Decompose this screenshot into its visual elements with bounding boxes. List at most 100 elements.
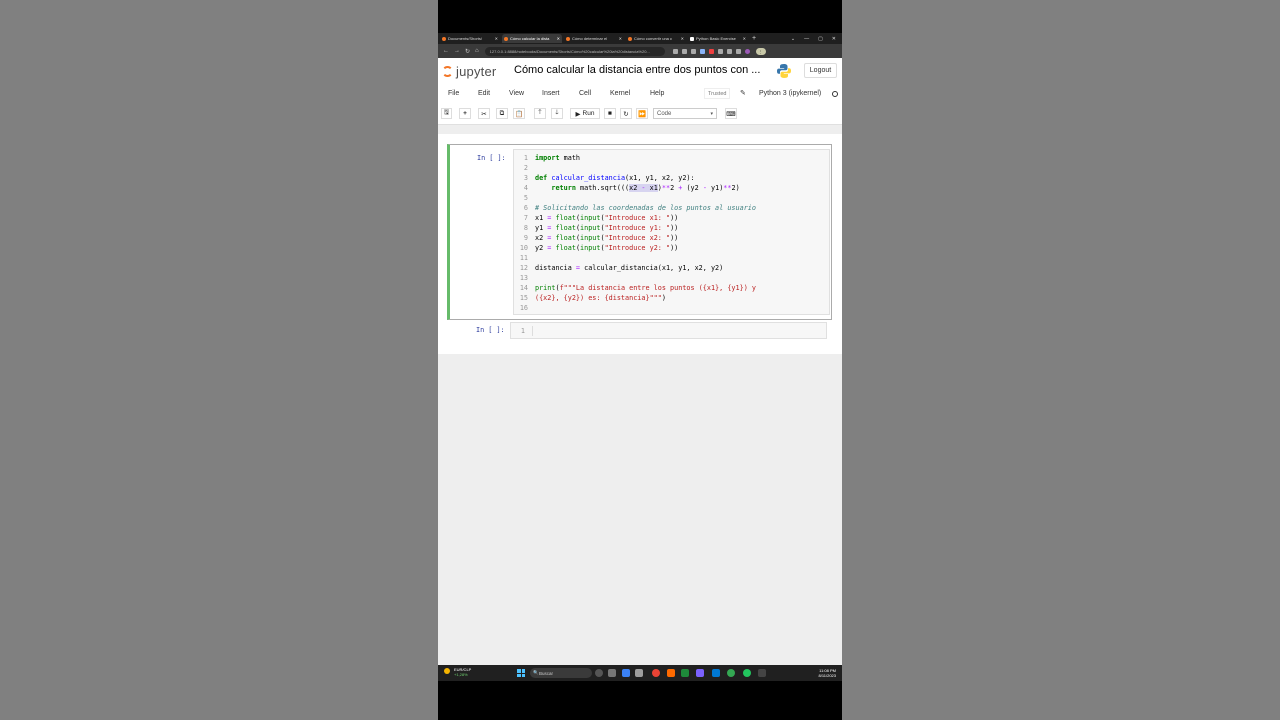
menu-cell[interactable]: Cell [579,90,591,97]
code-cell-selected[interactable]: In [ ]: 1 2 3 4 5 6 7 8 9 10 11 12 13 14 15 16 import m… [447,144,832,320]
menu-file[interactable]: File [448,90,459,97]
code-editor-empty[interactable]: 1 [510,322,827,339]
app-icon[interactable] [727,669,735,677]
chat-icon[interactable] [622,669,630,677]
input-prompt: In [ ]: [476,326,505,334]
run-button[interactable]: ▶ Run [570,108,600,119]
cut-icon[interactable]: ✂ [478,108,490,119]
extension-icon[interactable] [717,48,723,54]
code-source[interactable]: import math def calcular_distancia(x1, y… [535,153,756,303]
line-number: 7 [523,214,528,222]
kernel-status-icon [832,91,838,97]
reload-icon[interactable]: ↻ [465,48,470,55]
close-tab-icon[interactable]: ✕ [619,36,622,41]
menu-view[interactable]: View [509,90,524,97]
extensions-puzzle-icon[interactable] [726,48,732,54]
jupyter-page: jupyter Cómo calcular la distancia entre… [438,58,842,665]
market-widget[interactable]: EUR/CLP +1,28% [454,667,471,677]
insert-cell-icon[interactable]: + [459,108,471,119]
menu-insert[interactable]: Insert [542,90,560,97]
close-window-icon[interactable]: ✕ [832,36,836,42]
jupyter-logo[interactable]: jupyter [442,64,496,79]
move-down-icon[interactable]: 🡓 [551,108,563,119]
trusted-indicator[interactable]: Trusted [704,88,731,99]
kernel-name: Python 3 (ipykernel) [759,90,822,97]
copy-icon[interactable]: ⧉ [496,108,508,119]
home-icon[interactable]: ⌂ [475,48,479,54]
move-up-icon[interactable]: 🡑 [534,108,546,119]
bookmark-star-icon[interactable] [690,48,696,54]
menu-edit[interactable]: Edit [478,90,490,97]
chrome-icon[interactable] [652,669,660,677]
code-cell-empty[interactable]: In [ ]: 1 [447,322,832,340]
code-editor[interactable]: 1 2 3 4 5 6 7 8 9 10 11 12 13 14 15 16 import math def … [513,149,830,315]
line-number: 14 [519,284,528,292]
browser-tab[interactable]: Python Basic Exercise ✕ [688,34,748,43]
menu-kernel[interactable]: Kernel [610,90,630,97]
command-palette-icon[interactable]: ⌨ [725,108,737,119]
line-number: 11 [519,254,528,262]
taskbar-search-input[interactable]: 🔍 Buscar [530,668,592,678]
edit-pencil-icon[interactable]: ✎ [740,89,746,97]
extension-icon[interactable] [708,48,714,54]
code-source-empty[interactable] [532,326,533,336]
close-tab-icon[interactable]: ✕ [495,36,498,41]
line-number: 2 [523,164,528,172]
sidebar-icon[interactable] [735,48,741,54]
chevron-down-icon: ▾ [710,110,713,117]
jupyter-favicon-icon [566,36,570,41]
recording-frame: Documents/Shorts/✕ Cómo calcular la dist… [438,0,842,720]
browser-tab-active[interactable]: Cómo calcular la dista ✕ [502,34,562,43]
app-icon[interactable] [681,669,689,677]
browser-tab[interactable]: Cómo convertir una c ✕ [626,34,686,43]
browser-tab[interactable]: Documents/Shorts/✕ [440,34,500,43]
menu-help[interactable]: Help [650,90,664,97]
app-icon[interactable] [696,669,704,677]
line-number: 10 [519,244,528,252]
line-number: 12 [519,264,528,272]
extension-icon[interactable] [699,48,705,54]
copilot-icon[interactable] [595,669,603,677]
share-icon[interactable] [681,48,687,54]
browser-update-button[interactable]: ⋮ [755,47,766,55]
line-number: 13 [519,274,528,282]
minimize-icon[interactable]: — [804,36,809,42]
new-tab-icon[interactable]: + [752,35,756,42]
profile-avatar-icon[interactable] [744,48,750,54]
windows-start-icon[interactable] [517,669,525,677]
notebook-title[interactable]: Cómo calcular la distancia entre dos pun… [514,64,760,76]
save-icon[interactable]: 🖫 [441,108,452,119]
browser-app-icon[interactable] [635,669,643,677]
restart-run-all-icon[interactable]: ⏩ [636,108,648,119]
close-tab-icon[interactable]: ✕ [743,36,746,41]
url-input[interactable]: 127.0.0.1:8888/notebooks/Documents/Short… [484,46,665,56]
maximize-icon[interactable]: ▢ [818,36,823,42]
tab-search-icon[interactable]: ⌄ [791,36,795,42]
close-tab-icon[interactable]: ✕ [681,36,684,41]
browser-tab[interactable]: Cómo determinar el ✕ [564,34,624,43]
terminal-icon[interactable] [758,669,766,677]
line-number: 1 [523,154,528,162]
line-number: 8 [523,224,528,232]
app-icon[interactable] [712,669,720,677]
notebook-toolbar: 🖫 + ✂ ⧉ 📋 🡑 🡓 ▶ Run ■ ↻ ⏩ Code ▾ ⌨ [438,104,842,125]
paste-icon[interactable]: 📋 [513,108,525,119]
restart-icon[interactable]: ↻ [620,108,632,119]
app-icon[interactable] [667,669,675,677]
jupyter-header: jupyter Cómo calcular la distancia entre… [438,58,842,84]
zoom-icon[interactable] [672,48,678,54]
app-icon[interactable] [743,669,751,677]
line-number: 9 [523,234,528,242]
cell-type-select[interactable]: Code ▾ [653,108,717,119]
system-clock[interactable]: 11:08 PM 8/11/2023 [810,668,837,678]
forward-icon[interactable]: → [454,48,460,54]
back-icon[interactable]: ← [443,48,449,54]
interrupt-icon[interactable]: ■ [604,108,616,119]
address-bar-row: ← → ↻ ⌂ 127.0.0.1:8888/notebooks/Documen… [438,44,842,58]
close-tab-icon[interactable]: ✕ [557,36,560,41]
task-view-icon[interactable] [608,669,616,677]
logout-button[interactable]: Logout [804,63,837,78]
jupyter-favicon-icon [442,36,446,41]
line-number: 6 [523,204,528,212]
jupyter-logo-icon [442,66,453,77]
